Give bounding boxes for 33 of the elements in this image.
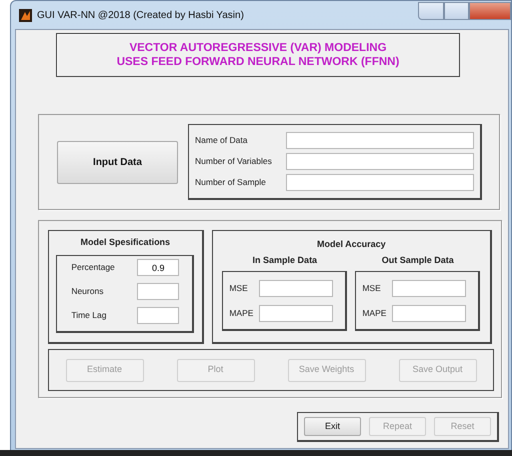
input-data-button[interactable]: Input Data (57, 140, 178, 184)
field-label: Number of Sample (195, 176, 267, 189)
input-field[interactable] (137, 307, 180, 324)
input-field[interactable] (286, 174, 474, 191)
section-title: Model Spesifications (80, 236, 170, 249)
close-button[interactable] (469, 2, 511, 20)
field-label: MAPE (229, 306, 254, 320)
field-label: MAPE (362, 306, 388, 320)
field-label: MSE (229, 282, 249, 294)
group-title: In Sample Data (252, 254, 318, 267)
header-line: USES FEED FORWARD NEURAL NETWORK (FFNN) (116, 55, 400, 69)
input-field[interactable] (259, 280, 334, 296)
field-label: Number of Variables (195, 155, 273, 168)
window-title: GUI VAR-NN @2018 (Created by Hasbi Yasin) (37, 8, 244, 22)
field-label: Time Lag (71, 309, 108, 322)
input-field[interactable] (392, 304, 466, 322)
group-title: Out Sample Data (382, 254, 454, 267)
input-field[interactable] (137, 283, 180, 300)
field-label: Neurons (71, 285, 104, 298)
field-label: Percentage (71, 261, 116, 274)
section-title: Model Accuracy (316, 238, 386, 251)
app-icon (19, 8, 32, 22)
header-line: VECTOR AUTOREGRESSIVE (VAR) MODELING (129, 41, 387, 55)
input-field[interactable]: 0.9 (137, 259, 180, 276)
minimize-button[interactable] (418, 2, 444, 20)
window-button[interactable]: Exit (304, 417, 361, 436)
field-label: Name of Data (195, 134, 248, 147)
input-field[interactable] (286, 132, 474, 149)
field-label: MSE (362, 282, 382, 294)
input-field[interactable] (259, 304, 334, 322)
input-field[interactable] (392, 280, 466, 296)
input-field[interactable] (286, 153, 474, 170)
maximize-button[interactable] (444, 2, 469, 20)
